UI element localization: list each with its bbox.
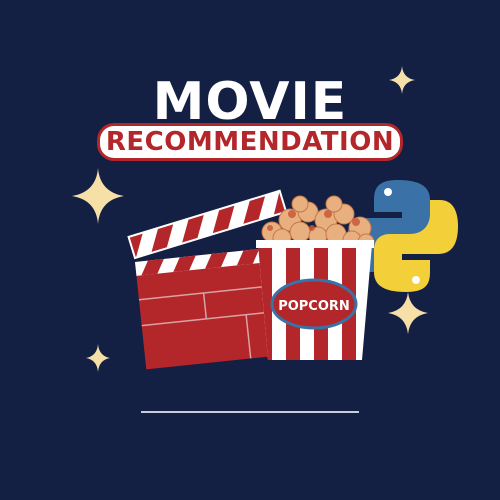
divider-line bbox=[141, 411, 359, 413]
sparkle-icon bbox=[72, 168, 124, 224]
poster-artwork: POPCORN bbox=[72, 66, 458, 372]
popcorn-label: POPCORN bbox=[278, 299, 350, 314]
sparkle-icon bbox=[389, 66, 415, 94]
poster: MOVIE RECOMMENDATION POPCORN bbox=[0, 0, 500, 500]
sparkle-icon bbox=[388, 292, 428, 334]
popcorn-bucket-icon bbox=[256, 195, 375, 360]
sparkle-icon bbox=[86, 344, 110, 372]
